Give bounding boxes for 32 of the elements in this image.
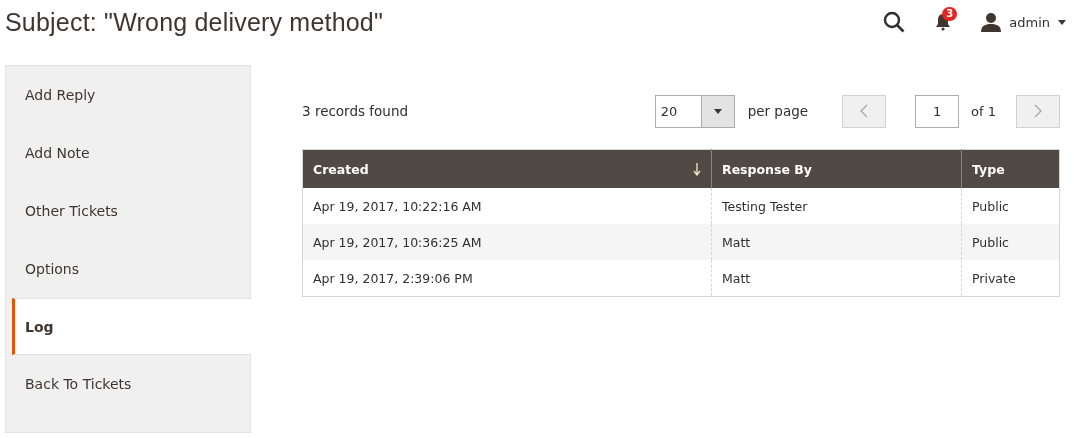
- sidebar-tab[interactable]: Add Reply: [6, 66, 250, 124]
- sidebar-tab[interactable]: Log: [12, 298, 251, 355]
- table-cell: Matt: [722, 270, 751, 286]
- sidebar-tab[interactable]: Back To Tickets: [6, 355, 250, 413]
- sidebar-tab[interactable]: Other Tickets: [6, 182, 250, 240]
- table-cell: Private: [972, 270, 1016, 286]
- page-count: of 1: [971, 103, 996, 119]
- user-icon: [981, 12, 1002, 32]
- per-page-select[interactable]: 20: [654, 94, 735, 128]
- caret-icon: [1058, 19, 1066, 25]
- column-header[interactable]: Created: [302, 149, 712, 188]
- caret-icon: [713, 108, 722, 114]
- column-header[interactable]: Response By: [711, 149, 962, 188]
- page-field[interactable]: 1: [915, 94, 960, 128]
- notification-badge: 3: [942, 7, 958, 21]
- records-count: 3 records found: [302, 103, 409, 119]
- table-cell: Matt: [722, 234, 751, 250]
- user-menu[interactable]: admin: [981, 12, 1066, 32]
- chevron-right-icon: [1034, 104, 1042, 118]
- table-cell: Testing Tester: [722, 198, 808, 214]
- table-cell: Apr 19, 2017, 10:22:16 AM: [313, 198, 482, 214]
- table-cell: Public: [972, 234, 1009, 250]
- table-cell: Public: [972, 198, 1009, 214]
- sidebar-tab[interactable]: Add Note: [6, 124, 250, 182]
- page-title: Subject: "Wrong delivery method": [5, 7, 384, 37]
- sidebar-tab[interactable]: Options: [6, 240, 250, 298]
- chevron-left-icon: [860, 104, 869, 118]
- search-icon[interactable]: [883, 11, 906, 33]
- column-header[interactable]: Type: [961, 149, 1060, 188]
- table-cell: Apr 19, 2017, 10:36:25 AM: [313, 234, 482, 250]
- table-cell: Apr 19, 2017, 2:39:06 PM: [313, 270, 473, 286]
- per-page-label: per page: [747, 103, 809, 119]
